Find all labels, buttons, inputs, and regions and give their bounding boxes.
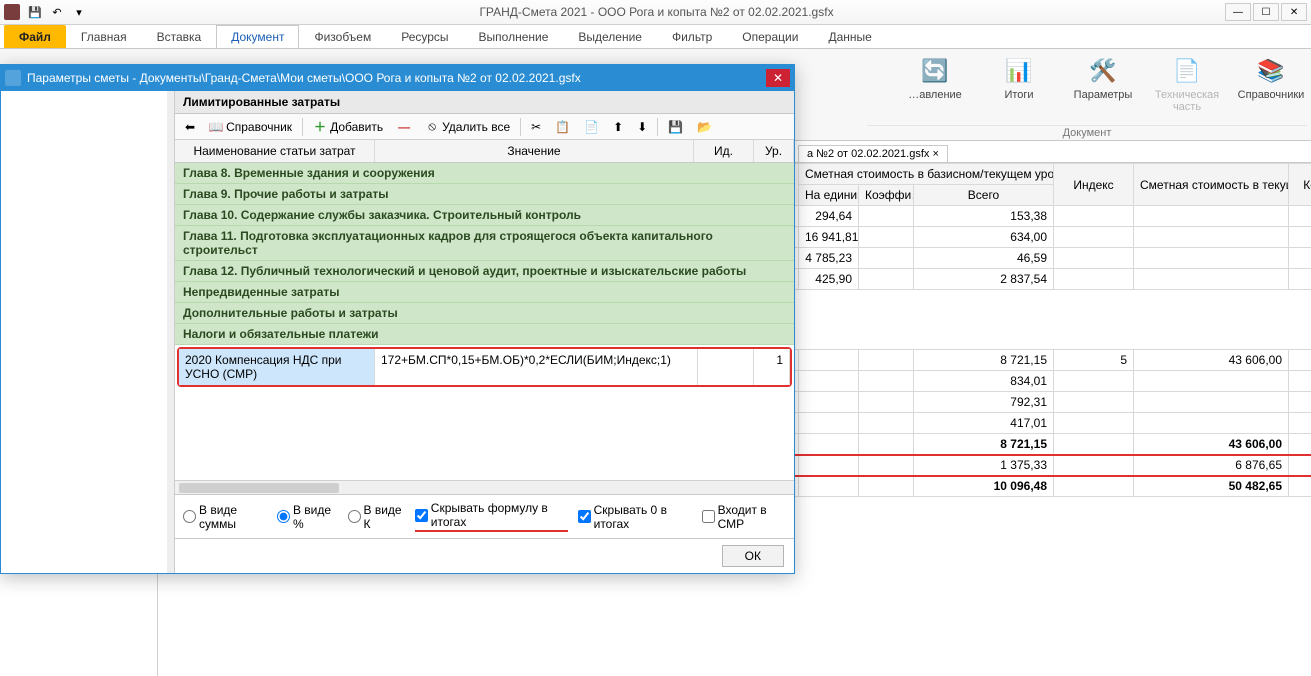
handbook-button[interactable]: 📖Справочник bbox=[205, 118, 296, 136]
add-button[interactable]: ＋Добавить bbox=[309, 118, 387, 136]
app-icon bbox=[4, 4, 20, 20]
undo-icon[interactable]: ↶ bbox=[48, 3, 66, 21]
dialog-close-button[interactable]: ✕ bbox=[766, 69, 790, 87]
ok-button[interactable]: ОК bbox=[722, 545, 784, 567]
chapter-row[interactable]: Глава 11. Подготовка эксплуатационных ка… bbox=[175, 226, 794, 261]
tab-execution[interactable]: Выполнение bbox=[464, 25, 564, 48]
document-tab[interactable]: а №2 от 02.02.2021.gsfx × bbox=[798, 145, 948, 162]
chapter-row[interactable]: Дополнительные работы и затраты bbox=[175, 303, 794, 324]
dialog-titlebar[interactable]: Параметры сметы - Документы\Гранд-Смета\… bbox=[1, 65, 794, 91]
remove-button[interactable]: — bbox=[393, 118, 415, 136]
plus-icon: ＋ bbox=[313, 120, 327, 134]
col-name: Наименование статьи затрат bbox=[175, 140, 375, 162]
copy-icon[interactable]: 📋 bbox=[551, 118, 574, 136]
col-group: Сметная стоимость в базисном/текущем уро… bbox=[799, 164, 1054, 185]
nav-back-icon[interactable]: ⬅ bbox=[181, 118, 199, 136]
dialog-toolbar: ⬅ 📖Справочник ＋Добавить — ⦸Удалить все ✂… bbox=[175, 114, 794, 140]
chapter-row[interactable]: Непредвиденные затраты bbox=[175, 282, 794, 303]
close-button[interactable]: ✕ bbox=[1281, 3, 1307, 21]
entry-level: 1 bbox=[754, 349, 790, 385]
move-down-icon[interactable]: ⬇ bbox=[633, 118, 651, 136]
totals-icon: 📊 bbox=[1003, 55, 1035, 87]
params-dialog: Параметры сметы - Документы\Гранд-Смета\… bbox=[0, 64, 795, 574]
col-value: Значение bbox=[375, 140, 694, 162]
horizontal-scrollbar[interactable] bbox=[175, 480, 794, 494]
document-icon: 📄 bbox=[1171, 55, 1203, 87]
tab-selection[interactable]: Выделение bbox=[563, 25, 657, 48]
save-icon[interactable]: 💾 bbox=[26, 3, 44, 21]
chk-hide-zero[interactable]: Скрывать 0 в итогах bbox=[578, 503, 692, 531]
close-icon[interactable]: × bbox=[932, 148, 938, 160]
delete-all-button[interactable]: ⦸Удалить все bbox=[421, 118, 514, 136]
tab-physvolume[interactable]: Физобъем bbox=[299, 25, 386, 48]
dialog-rows[interactable]: Глава 8. Временные здания и сооруженияГл… bbox=[175, 163, 794, 480]
paste-icon[interactable]: 📄 bbox=[580, 118, 603, 136]
books-icon: 📚 bbox=[1255, 55, 1287, 87]
chk-in-smr[interactable]: Входит в СМР bbox=[702, 503, 786, 531]
col-coef: Коэффи… bbox=[859, 185, 914, 206]
radio-percent[interactable]: В виде % bbox=[277, 503, 338, 531]
ribbon-tabs: Файл Главная Вставка Документ Физобъем Р… bbox=[0, 25, 1311, 49]
tab-data[interactable]: Данные bbox=[813, 25, 886, 48]
minimize-button[interactable]: — bbox=[1225, 3, 1251, 21]
entry-name[interactable]: 2020 Компенсация НДС при УСНО (СМР) bbox=[179, 349, 375, 385]
open-icon[interactable]: 📂 bbox=[693, 118, 716, 136]
chapter-row[interactable]: Налоги и обязательные платежи bbox=[175, 324, 794, 345]
col-unit: На единицу bbox=[799, 185, 859, 206]
window-title: ГРАНД-Смета 2021 - ООО Рога и копыта №2 … bbox=[479, 5, 833, 19]
tab-operations[interactable]: Операции bbox=[727, 25, 813, 48]
delete-icon: ⦸ bbox=[425, 120, 439, 134]
move-up-icon[interactable]: ⬆ bbox=[609, 118, 627, 136]
panel-header: Лимитированные затраты bbox=[175, 91, 794, 114]
refresh-icon: 🔄 bbox=[919, 55, 951, 87]
minus-icon: — bbox=[397, 120, 411, 134]
maximize-button[interactable]: ☐ bbox=[1253, 3, 1279, 21]
dialog-title: Параметры сметы - Документы\Гранд-Смета\… bbox=[27, 71, 581, 85]
tab-filter[interactable]: Фильтр bbox=[657, 25, 727, 48]
dialog-icon bbox=[5, 70, 21, 86]
book-icon: 📖 bbox=[209, 120, 223, 134]
chk-hide-formula[interactable]: Скрывать формулу в итогах bbox=[415, 501, 568, 532]
col-cur: Сметная стоимость в текущем уровне цен bbox=[1134, 164, 1289, 206]
chapter-row[interactable]: Глава 8. Временные здания и сооружения bbox=[175, 163, 794, 184]
col-level: Ур. bbox=[754, 140, 794, 162]
tab-file[interactable]: Файл bbox=[4, 25, 66, 48]
cut-icon[interactable]: ✂ bbox=[527, 118, 545, 136]
tab-insert[interactable]: Вставка bbox=[142, 25, 217, 48]
dialog-grid-header: Наименование статьи затрат Значение Ид. … bbox=[175, 140, 794, 163]
tab-main[interactable]: Главная bbox=[66, 25, 142, 48]
col-index: Индекс bbox=[1054, 164, 1134, 206]
col-code: Код bbox=[1289, 164, 1311, 206]
radio-sum[interactable]: В виде суммы bbox=[183, 503, 267, 531]
chapter-row[interactable]: Глава 9. Прочие работы и затраты bbox=[175, 184, 794, 205]
chapter-row[interactable]: Глава 10. Содержание службы заказчика. С… bbox=[175, 205, 794, 226]
gear-icon: 🛠️ bbox=[1087, 55, 1119, 87]
limit-entry-row[interactable]: 2020 Компенсация НДС при УСНО (СМР)172+Б… bbox=[177, 347, 792, 387]
col-total: Всего bbox=[914, 185, 1054, 206]
col-id: Ид. bbox=[694, 140, 754, 162]
tab-document[interactable]: Документ bbox=[216, 25, 299, 48]
qat-dropdown-icon[interactable]: ▾ bbox=[70, 3, 88, 21]
titlebar: 💾 ↶ ▾ ГРАНД-Смета 2021 - ООО Рога и копы… bbox=[0, 0, 1311, 25]
save-icon[interactable]: 💾 bbox=[664, 118, 687, 136]
entry-value[interactable]: 172+БМ.СП*0,15+БМ.ОБ)*0,2*ЕСЛИ(БИМ;Индек… bbox=[375, 349, 698, 385]
tab-resources[interactable]: Ресурсы bbox=[386, 25, 463, 48]
chapter-row[interactable]: Глава 12. Публичный технологический и це… bbox=[175, 261, 794, 282]
splitter[interactable] bbox=[167, 91, 175, 573]
dialog-footer: В виде суммы В виде % В виде К Скрывать … bbox=[175, 494, 794, 538]
quick-access-toolbar: 💾 ↶ ▾ bbox=[26, 3, 88, 21]
radio-k[interactable]: В виде К bbox=[348, 503, 405, 531]
ribbon-group-caption: Документ bbox=[867, 125, 1307, 140]
